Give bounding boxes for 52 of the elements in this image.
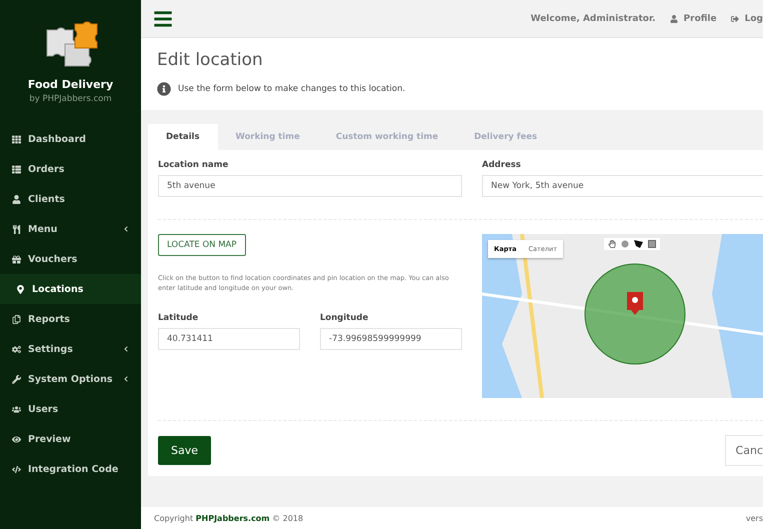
sidebar-item[interactable]: Reports: [0, 304, 141, 334]
logout-link[interactable]: Log: [730, 14, 763, 24]
info-icon: [157, 82, 171, 96]
sidebar-item[interactable]: Locations: [0, 274, 141, 304]
hand-icon[interactable]: [608, 240, 616, 248]
sidebar-item[interactable]: Users: [0, 394, 141, 424]
profile-link[interactable]: Profile: [670, 14, 717, 24]
wrench-icon: [12, 374, 21, 384]
utensils-icon: [12, 224, 21, 234]
gift-icon: [12, 254, 21, 264]
map-pin-icon: [16, 284, 25, 294]
grid-icon: [12, 134, 21, 144]
page-title: Edit location: [157, 50, 264, 70]
user-icon: [670, 14, 678, 22]
longitude-field[interactable]: -73.99698599999999: [320, 328, 462, 350]
polygon-tool-icon[interactable]: [634, 240, 643, 248]
sidebar-item[interactable]: Clients: [0, 184, 141, 214]
copyright-text: Copyright PHPJabbers.com © 2018: [154, 514, 304, 522]
location-name-field[interactable]: 5th avenue: [158, 175, 462, 197]
sidebar-item[interactable]: System Options: [0, 364, 141, 394]
user-icon: [12, 194, 21, 204]
field-label: Address: [482, 160, 522, 170]
field-label: Location name: [158, 160, 230, 170]
gears-icon: [12, 344, 21, 354]
field-label: Longitude: [320, 312, 370, 323]
app-title: Food Delivery: [28, 78, 114, 91]
latitude-field[interactable]: 40.731411: [158, 328, 300, 350]
field-label: Latitude: [158, 312, 200, 323]
version-text: vers: [746, 514, 763, 522]
sidebar-item[interactable]: Dashboard: [0, 124, 141, 154]
sidebar-item[interactable]: Integration Code: [0, 454, 141, 484]
info-text: Use the form below to make changes to this location.: [178, 84, 406, 94]
welcome-text: Welcome, Administrator.: [530, 14, 656, 24]
app-subtitle: by PHPJabbers.com: [29, 94, 112, 104]
save-button[interactable]: Save: [158, 436, 212, 465]
list-icon: [12, 164, 21, 174]
eye-icon: [12, 434, 21, 444]
sidebar-item[interactable]: Settings: [0, 334, 141, 364]
logout-icon: [730, 14, 739, 22]
tab[interactable]: Details: [148, 124, 218, 150]
copy-icon: [12, 314, 21, 324]
circle-tool-icon[interactable]: [621, 240, 629, 248]
sidebar-item[interactable]: Orders: [0, 154, 141, 184]
sidebar-item[interactable]: Vouchers: [0, 244, 141, 274]
sidebar-item[interactable]: Menu: [0, 214, 141, 244]
cancel-button[interactable]: Canc: [724, 435, 763, 466]
users-icon: [12, 404, 21, 414]
code-icon: [12, 464, 21, 474]
locate-on-map-button[interactable]: LOCATE ON MAP: [158, 234, 246, 256]
address-field[interactable]: New York, 5th avenue: [482, 175, 763, 197]
menu-button[interactable]: [153, 8, 173, 28]
sidebar-item[interactable]: Preview: [0, 424, 141, 454]
